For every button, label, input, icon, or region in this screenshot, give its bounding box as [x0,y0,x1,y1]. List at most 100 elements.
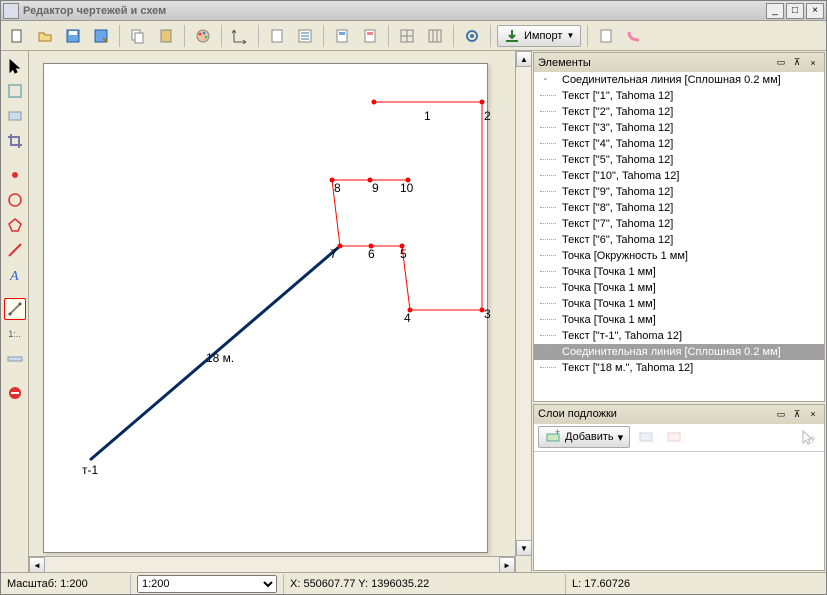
scroll-track[interactable] [45,557,499,572]
layer-delete-icon[interactable] [662,425,686,449]
panel-close-icon[interactable]: × [806,56,820,70]
pan-tool-icon[interactable] [4,80,26,102]
tree-item[interactable]: Текст ["8", Tahoma 12] [534,200,824,216]
minimize-button[interactable]: _ [766,3,784,19]
layer-help-icon[interactable]: ? [796,425,820,449]
doc2-icon[interactable] [358,24,382,48]
doc1-icon[interactable] [330,24,354,48]
scale-tool-icon[interactable]: 1:.. [4,323,26,345]
save-as-icon[interactable] [89,24,113,48]
tree-item[interactable]: Текст ["18 м.", Tahoma 12] [534,360,824,376]
chevron-down-icon: ▾ [618,431,624,444]
vertex-label: 6 [368,248,375,260]
panel-float-icon[interactable]: ▭ [774,56,788,70]
paste-icon[interactable] [154,24,178,48]
vertical-scrollbar[interactable]: ▲ ▼ [515,51,531,572]
panel-pin-icon[interactable]: ⊼ [790,56,804,70]
tree-item[interactable]: Текст ["1", Tahoma 12] [534,88,824,104]
tree-item[interactable]: Соединительная линия [Сплошная 0.2 мм] [534,344,824,360]
grid2-icon[interactable] [423,24,447,48]
panel-close-icon[interactable]: × [806,407,820,421]
select-tool-icon[interactable] [4,55,26,77]
add-layer-button[interactable]: + Добавить ▾ [538,426,630,448]
canvas-frame: ↖ [29,51,515,556]
polygon-tool-icon[interactable] [4,214,26,236]
tree-item[interactable]: Текст ["2", Tahoma 12] [534,104,824,120]
vertex-label: 2 [484,110,491,122]
layers-list[interactable] [534,452,824,570]
layers-panel: Слои подложки ▭ ⊼ × + Добавить ▾ [533,404,825,571]
scroll-down-icon[interactable]: ▼ [516,540,531,556]
window-title: Редактор чертежей и схем [23,5,764,17]
drawing-canvas[interactable]: 1 2 3 4 5 6 7 8 9 10 т-1 18 м. [43,63,488,553]
tree-item[interactable]: Текст ["4", Tahoma 12] [534,136,824,152]
elements-tree[interactable]: Соединительная линия [Сплошная 0.2 мм]Те… [534,72,824,401]
tree-item[interactable]: Текст ["5", Tahoma 12] [534,152,824,168]
new-icon[interactable] [5,24,29,48]
settings-icon[interactable] [460,24,484,48]
scroll-track[interactable] [516,67,531,540]
layers-toolbar: + Добавить ▾ ? [534,424,824,452]
point-label: т-1 [82,464,98,476]
delete-tool-icon[interactable] [4,382,26,404]
separator-icon [221,25,222,47]
grid1-icon[interactable] [395,24,419,48]
add-layer-label: Добавить [565,431,614,443]
tree-item[interactable]: Текст ["3", Tahoma 12] [534,120,824,136]
ruler-tool-icon[interactable] [4,348,26,370]
scroll-right-icon[interactable]: ► [499,557,515,572]
vertex-label: 5 [400,248,407,260]
layers-panel-header: Слои подложки ▭ ⊼ × [534,405,824,424]
tree-item[interactable]: Текст ["9", Tahoma 12] [534,184,824,200]
scroll-up-icon[interactable]: ▲ [516,51,531,67]
horizontal-scrollbar[interactable]: ◄ ► [29,556,515,572]
measure-tool-icon[interactable] [4,298,26,320]
tree-item[interactable]: Точка [Точка 1 мм] [534,296,824,312]
rect-tool-icon[interactable] [4,105,26,127]
panel-pin-icon[interactable]: ⊼ [790,407,804,421]
tree-item[interactable]: Текст ["т-1", Tahoma 12] [534,328,824,344]
panel-float-icon[interactable]: ▭ [774,407,788,421]
crop-tool-icon[interactable] [4,130,26,152]
scroll-left-icon[interactable]: ◄ [29,557,45,572]
tree-item[interactable]: Точка [Точка 1 мм] [534,280,824,296]
export2-icon[interactable] [622,24,646,48]
separator-icon [258,25,259,47]
vertex-label: 9 [372,182,379,194]
point-tool-icon[interactable] [4,164,26,186]
tree-item[interactable]: Точка [Точка 1 мм] [534,264,824,280]
import-button[interactable]: Импорт ▼ [497,25,581,47]
page-icon[interactable] [265,24,289,48]
layer-edit-icon[interactable] [634,425,658,449]
circle-tool-icon[interactable] [4,189,26,211]
list-icon[interactable] [293,24,317,48]
export1-icon[interactable] [594,24,618,48]
vertex-dot [480,100,485,105]
close-button[interactable]: × [806,3,824,19]
tree-item[interactable]: Соединительная линия [Сплошная 0.2 мм] [534,72,824,88]
save-icon[interactable] [61,24,85,48]
separator-icon [587,25,588,47]
text-tool-icon[interactable]: A [4,264,26,286]
vertex-label: 4 [404,312,411,324]
drawing-svg [44,64,489,554]
tree-item[interactable]: Текст ["6", Tahoma 12] [534,232,824,248]
separator-icon [323,25,324,47]
axis-icon[interactable] [228,24,252,48]
tree-item[interactable]: Текст ["7", Tahoma 12] [534,216,824,232]
status-scale-select-cell: 1:200 [131,574,284,594]
app-icon [3,3,19,19]
svg-text:+: + [555,429,560,437]
separator-icon [119,25,120,47]
maximize-button[interactable]: □ [786,3,804,19]
copy-icon[interactable] [126,24,150,48]
separator-icon [490,25,491,47]
tree-item[interactable]: Точка [Точка 1 мм] [534,312,824,328]
palette-icon[interactable] [191,24,215,48]
open-icon[interactable] [33,24,57,48]
scale-select[interactable]: 1:200 [137,575,277,593]
main-toolbar: Импорт ▼ [1,21,826,51]
tree-item[interactable]: Текст ["10", Tahoma 12] [534,168,824,184]
tree-item[interactable]: Точка [Окружность 1 мм] [534,248,824,264]
line-tool-icon[interactable] [4,239,26,261]
